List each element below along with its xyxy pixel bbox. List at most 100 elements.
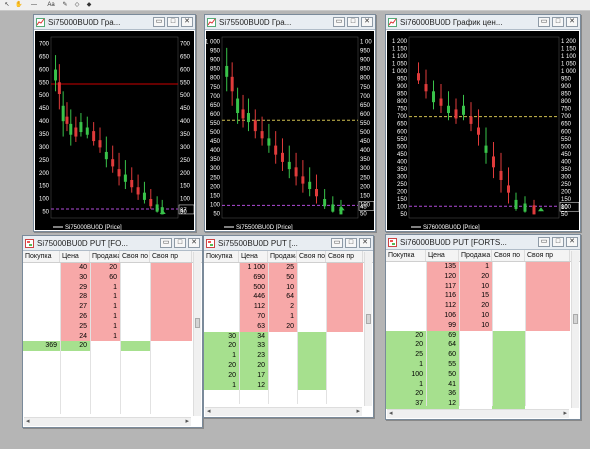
own-buy-cell[interactable] [297, 273, 326, 283]
sell-cell[interactable] [459, 370, 492, 380]
buy-cell[interactable]: 1 [386, 359, 426, 370]
buy-cell[interactable] [386, 311, 426, 321]
price-cell[interactable]: 63 [239, 321, 268, 332]
orderbook-row[interactable]: 112 20 [386, 301, 580, 311]
price-cell[interactable]: 117 [426, 281, 459, 292]
minimize-button[interactable]: ▭ [160, 238, 172, 248]
price-cell[interactable]: 69 [426, 330, 459, 341]
own-buy-cell[interactable] [492, 379, 525, 390]
own-buy-cell[interactable] [120, 312, 150, 322]
column-header[interactable]: Цена [426, 250, 459, 261]
sell-cell[interactable]: 1 [90, 302, 120, 312]
own-sell-cell[interactable] [525, 291, 570, 302]
column-header[interactable]: Продажа [459, 250, 492, 261]
price-cell[interactable]: 55 [426, 359, 459, 370]
sell-cell[interactable] [268, 341, 297, 351]
horizontal-scrollbar[interactable]: ◂ ▸ [205, 407, 362, 416]
orderbook-row[interactable]: 20 64 [386, 340, 580, 351]
vertical-scrollbar[interactable] [364, 252, 372, 406]
minimize-button[interactable]: ▭ [538, 17, 550, 27]
orderbook-row[interactable]: 446 64 [204, 292, 373, 303]
sell-cell[interactable]: 1 [459, 262, 492, 272]
orderbook-row[interactable]: 106 10 [386, 310, 580, 321]
orderbook-row[interactable]: 120 20 [386, 271, 580, 282]
price-cell[interactable]: 99 [426, 320, 459, 331]
line-icon[interactable]: — [27, 1, 41, 9]
close-button[interactable]: ✕ [361, 17, 373, 27]
sell-cell[interactable]: 20 [268, 321, 297, 332]
vertical-scrollbar[interactable] [193, 252, 201, 416]
buy-cell[interactable] [23, 312, 60, 322]
own-sell-cell[interactable] [326, 371, 363, 381]
buy-cell[interactable]: 20 [386, 330, 426, 341]
buy-cell[interactable]: 25 [386, 350, 426, 360]
orderbook-row[interactable]: 20 33 [204, 341, 373, 352]
vertical-scrollbar[interactable] [571, 251, 579, 408]
buy-cell[interactable] [23, 273, 60, 283]
orderbook-window-3[interactable]: Si76000BU0D PUT [FORTS... ▭ □ ✕ Покупка Ц… [385, 234, 581, 420]
sell-cell[interactable] [459, 340, 492, 350]
orderbook-row[interactable]: 500 10 [204, 282, 373, 293]
own-sell-cell[interactable] [525, 281, 570, 292]
price-cell[interactable]: 25 [60, 321, 90, 332]
orderbook-window-2[interactable]: Si75500BU0D PUT [... ▭ □ ✕ Покупка Цена Пр… [203, 235, 374, 418]
sell-cell[interactable] [268, 332, 297, 342]
price-cell[interactable]: 40 [60, 263, 90, 273]
scrollbar-grip-icon[interactable] [366, 313, 371, 324]
own-buy-cell[interactable] [297, 380, 326, 391]
close-button[interactable]: ✕ [566, 237, 578, 247]
own-buy-cell[interactable] [492, 399, 525, 409]
buy-cell[interactable] [23, 283, 60, 293]
sell-cell[interactable]: 50 [268, 272, 297, 283]
horizontal-scrollbar[interactable]: ◂ ▸ [387, 409, 569, 418]
orderbook-row[interactable]: 690 50 [204, 272, 373, 283]
own-buy-cell[interactable] [120, 322, 150, 332]
own-sell-cell[interactable] [326, 321, 363, 332]
price-cell[interactable]: 12 [239, 380, 268, 391]
price-chart[interactable]: 700 650 600 550 500 450 400 350 300 250 200 150 100 5… [35, 31, 195, 231]
own-buy-cell[interactable] [120, 292, 150, 302]
orderbook-row[interactable]: 20 17 [204, 370, 373, 381]
buy-cell[interactable] [23, 263, 60, 273]
own-buy-cell[interactable] [297, 312, 326, 322]
sell-cell[interactable]: 1 [90, 321, 120, 332]
own-buy-cell[interactable] [492, 369, 525, 380]
own-buy-cell[interactable] [492, 321, 525, 331]
sell-cell[interactable]: 15 [459, 291, 492, 302]
column-header[interactable]: Своя по [492, 250, 525, 261]
buy-cell[interactable] [386, 282, 426, 292]
sell-cell[interactable] [268, 351, 297, 361]
column-header[interactable]: Цена [239, 251, 268, 262]
sell-cell[interactable] [268, 371, 297, 381]
orderbook-row[interactable]: 100 50 [386, 369, 580, 380]
own-sell-cell[interactable] [326, 341, 363, 351]
orderbook-row[interactable]: 1 100 25 [204, 263, 373, 273]
own-sell-cell[interactable] [326, 381, 363, 391]
own-sell-cell[interactable] [525, 320, 570, 331]
orderbook-row[interactable]: 29 1 [23, 282, 202, 293]
own-sell-cell[interactable] [150, 341, 192, 351]
price-chart[interactable]: 1 000 950 900 850 800 750 700 650 600 550 500 450 40… [206, 31, 375, 231]
text-tool[interactable]: Aa [45, 1, 57, 9]
price-cell[interactable]: 12 [426, 399, 459, 409]
own-buy-cell[interactable] [297, 341, 326, 352]
orderbook-row[interactable]: 1 12 [204, 380, 373, 391]
own-buy-cell[interactable] [297, 283, 326, 293]
close-button[interactable]: ✕ [181, 17, 193, 27]
sell-cell[interactable]: 10 [459, 320, 492, 331]
orderbook-row[interactable]: 70 1 [204, 311, 373, 322]
buy-cell[interactable] [204, 283, 239, 293]
minimize-button[interactable]: ▭ [333, 17, 345, 27]
sell-cell[interactable]: 64 [268, 292, 297, 303]
own-sell-cell[interactable] [326, 302, 363, 312]
orderbook-titlebar[interactable]: Si75500BU0D PUT [... ▭ □ ✕ [204, 236, 373, 251]
scroll-left-icon[interactable]: ◂ [207, 408, 211, 416]
hand-icon[interactable]: ✋ [15, 1, 23, 9]
sell-cell[interactable]: 2 [268, 302, 297, 312]
buy-cell[interactable]: 1 [386, 379, 426, 390]
minimize-button[interactable]: ▭ [538, 237, 550, 247]
own-sell-cell[interactable] [326, 332, 363, 342]
orderbook-row[interactable]: 63 20 [204, 321, 373, 332]
own-buy-cell[interactable] [297, 370, 326, 381]
price-cell[interactable]: 60 [426, 350, 459, 360]
